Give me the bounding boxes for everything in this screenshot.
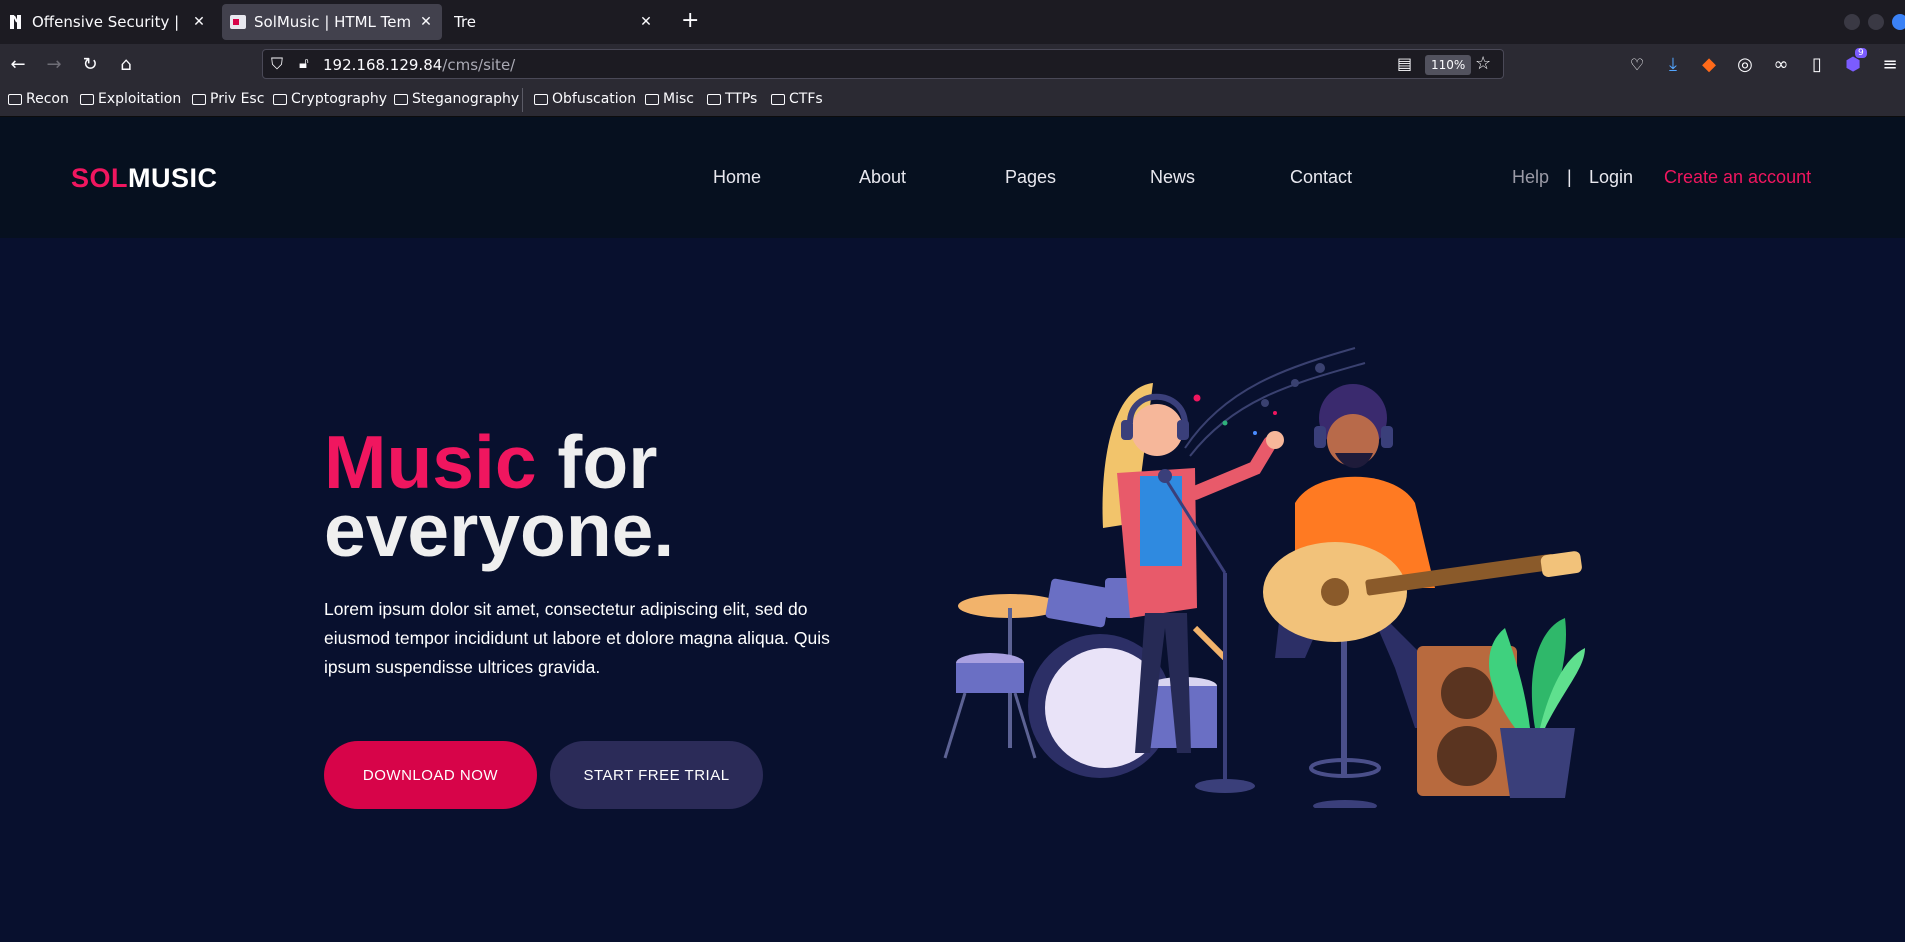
close-tab-icon[interactable]: ✕ [191,14,207,30]
download-now-button[interactable]: DOWNLOAD NOW [324,741,537,809]
create-account-link[interactable]: Create an account [1664,167,1811,188]
bookmark-separator [522,88,523,112]
nav-news[interactable]: News [1150,167,1195,188]
folder-icon [645,93,659,105]
login-link[interactable]: Login [1589,167,1633,188]
downloads-icon[interactable]: ⤓ [1661,52,1685,76]
bookmarks-toolbar: Recon Exploitation Priv Esc Cryptography… [0,84,1905,117]
back-icon[interactable]: ← [6,52,30,76]
site-logo[interactable]: SOLMUSIC [71,163,218,194]
wappalyzer-icon[interactable]: ∞ [1769,52,1793,76]
close-tab-icon[interactable]: ✕ [638,14,654,30]
cookie-icon[interactable]: ◎ [1733,52,1757,76]
close-tab-icon[interactable]: ✕ [418,14,434,30]
folder-icon [80,93,94,105]
hero-description: Lorem ipsum dolor sit amet, consectetur … [324,599,830,677]
clipboard-icon[interactable]: ▯ [1805,52,1829,76]
extension-icon[interactable]: ⬢ 9 [1841,48,1867,76]
site-header: SOLMUSIC Home About Pages News Contact H… [0,117,1905,238]
bookmark-folder-obfuscation[interactable]: Obfuscation [534,91,636,107]
bookmark-folder-misc[interactable]: Misc [645,91,694,107]
help-link[interactable]: Help [1512,167,1549,188]
band-illustration [943,347,1585,808]
shield-icon[interactable]: ⛉ [271,54,283,74]
forward-icon[interactable]: → [42,52,66,76]
folder-icon [771,93,785,105]
bookmark-folder-exploitation[interactable]: Exploitation [80,91,181,107]
folder-icon [8,93,22,105]
address-bar[interactable]: ⛉ 🔓︎ 192.168.129.84/cms/site/ ▤ 110% ☆ [262,49,1504,79]
hero-section: Music for everyone. Lorem ipsum dolor si… [0,238,1905,942]
lock-insecure-icon[interactable]: 🔓︎ [299,54,309,72]
nav-home[interactable]: Home [713,167,761,188]
bookmark-folder-steganography[interactable]: Steganography [394,91,519,107]
bookmark-star-icon[interactable]: ☆ [1475,53,1491,74]
folder-icon [394,93,408,105]
zoom-level[interactable]: 110% [1425,55,1472,75]
nav-about[interactable]: About [859,167,906,188]
browser-navigation-bar: ← → ↻ ⌂ ⛉ 🔓︎ 192.168.129.84/cms/site/ ▤ … [0,44,1905,84]
reader-view-icon[interactable]: ▤ [1397,54,1412,73]
nav-pages[interactable]: Pages [1005,167,1056,188]
browser-tab-bar: Offensive Security | Labs | ✕ SolMusic |… [0,0,1905,44]
bookmark-folder-ctfs[interactable]: CTFs [771,91,823,107]
reload-icon[interactable]: ↻ [78,52,102,76]
header-divider: | [1567,167,1572,187]
tab-offensive-security[interactable]: Offensive Security | Labs | ✕ [0,4,215,40]
maximize-window-icon[interactable] [1868,14,1884,30]
folder-icon [707,93,721,105]
foxyproxy-icon[interactable]: ◆ [1697,52,1721,76]
new-tab-icon[interactable]: + [681,8,699,33]
menu-icon[interactable]: ≡ [1878,52,1902,76]
bookmark-folder-recon[interactable]: Recon [8,91,69,107]
offsec-favicon-icon [8,14,24,30]
tab-title: SolMusic | HTML Template [254,13,412,31]
tab-tre[interactable]: Tre ✕ [446,4,662,40]
pocket-icon[interactable]: ♡ [1625,52,1649,76]
folder-icon [534,93,548,105]
hero-headline: Music for everyone. [324,420,675,572]
tab-title: Tre [454,13,477,31]
bookmark-folder-priv-esc[interactable]: Priv Esc [192,91,264,107]
home-icon[interactable]: ⌂ [114,52,138,76]
extension-badge: 9 [1855,48,1867,58]
bookmark-folder-ttps[interactable]: TTPs [707,91,757,107]
close-window-icon[interactable] [1892,14,1905,30]
solmusic-favicon-icon [230,14,246,30]
tab-solmusic[interactable]: SolMusic | HTML Template ✕ [222,4,442,40]
minimize-window-icon[interactable] [1844,14,1860,30]
tab-title: Offensive Security | Labs | [32,13,185,31]
url-text[interactable]: 192.168.129.84/cms/site/ [323,56,515,74]
nav-contact[interactable]: Contact [1290,167,1352,188]
folder-icon [273,93,287,105]
bookmark-folder-cryptography[interactable]: Cryptography [273,91,387,107]
folder-icon [192,93,206,105]
start-free-trial-button[interactable]: START FREE TRIAL [550,741,763,809]
